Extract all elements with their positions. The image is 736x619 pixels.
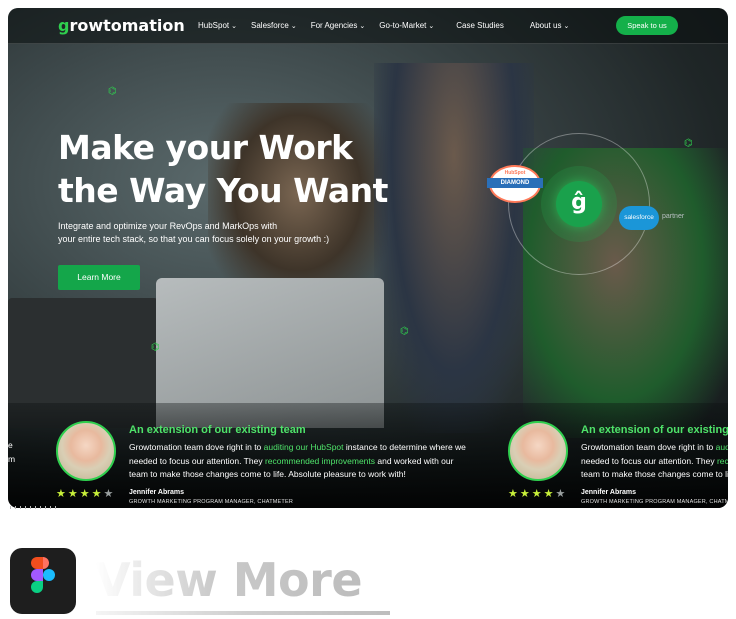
testimonial-title: An extension of our existing team <box>129 424 306 436</box>
testimonial-link[interactable]: recommended improvements <box>717 456 728 466</box>
testimonial-body: Growtomation team dove right in to audit… <box>129 442 466 479</box>
star-icon: ★ <box>543 488 554 500</box>
growtomation-badge-icon: ĝ <box>556 181 602 227</box>
star-icon: ★ <box>79 488 90 500</box>
molecule-icon: ⌬ <box>151 342 160 353</box>
nav-menu: HubSpot ⌄ Salesforce ⌄ For Agencies ⌄ Go-to… <box>198 21 569 30</box>
testimonial-card: An extension of our existing team Growto… <box>508 413 728 505</box>
testimonial-role: GROWTH MARKETING PROGRAM MANAGER, CHATME… <box>581 499 728 505</box>
hubspot-diamond-label: DIAMOND <box>487 178 543 188</box>
molecule-icon: ⌬ <box>400 326 409 337</box>
hero-subtitle: Integrate and optimize your RevOps and M… <box>58 221 330 244</box>
avatar <box>56 421 116 481</box>
star-icon: ★ <box>519 488 530 500</box>
testimonial-link[interactable]: auditing our HubSpot <box>264 442 344 452</box>
speak-to-us-button[interactable]: Speak to us <box>616 16 678 35</box>
figma-icon[interactable] <box>10 548 76 614</box>
star-rating: ★ ★ ★ ★ ★ <box>56 489 113 500</box>
testimonial-body: Growtomation team dove right in to audit… <box>581 441 728 482</box>
hero-title: Make your Work the Way You Want <box>58 128 388 210</box>
testimonial-carousel: e m An extension of our existing team Gr… <box>8 403 728 508</box>
logo-mark: g <box>58 16 70 35</box>
testimonial-link[interactable]: auditing our HubSpot <box>716 442 728 452</box>
nav-item-for-agencies[interactable]: For Agencies ⌄ <box>311 21 366 30</box>
star-empty-icon: ★ <box>103 488 114 500</box>
testimonial-author: Jennifer Abrams <box>129 489 184 496</box>
top-navbar: growtomation HubSpot ⌄ Salesforce ⌄ For Ag… <box>8 8 728 44</box>
figma-logo-icon <box>31 557 55 593</box>
avatar <box>508 421 568 481</box>
molecule-icon: ⌬ <box>108 86 117 97</box>
star-icon: ★ <box>91 488 102 500</box>
testimonial-card: An extension of our existing team Growto… <box>56 413 486 505</box>
testimonial-role: GROWTH MARKETING PROGRAM MANAGER, CHATME… <box>129 499 294 505</box>
prev-testimonial-fragment: e m <box>8 440 16 464</box>
star-rating: ★ ★ ★ ★ ★ <box>508 489 565 500</box>
star-icon: ★ <box>56 488 66 500</box>
nav-item-hubspot[interactable]: HubSpot ⌄ <box>198 21 237 30</box>
learn-more-button[interactable]: Learn More <box>58 265 140 290</box>
testimonial-title: An extension of our existing team <box>581 424 728 436</box>
view-more-underline <box>96 611 390 615</box>
molecule-icon: ⌬ <box>684 138 693 149</box>
salesforce-logo: salesforce <box>619 206 659 230</box>
view-more-link[interactable]: View More <box>95 552 363 608</box>
website-preview: ⌬ ⌬ ⌬ ⌬ growtomation HubSpot ⌄ Salesforce… <box>8 8 728 508</box>
star-icon: ★ <box>508 488 518 500</box>
chevron-down-icon: ⌄ <box>359 23 366 30</box>
nav-item-case-studies[interactable]: Case Studies <box>456 21 504 30</box>
chevron-down-icon: ⌄ <box>290 23 297 30</box>
star-icon: ★ <box>67 488 78 500</box>
logo-text: rowtomation <box>69 16 185 35</box>
nav-item-salesforce[interactable]: Salesforce ⌄ <box>251 21 297 30</box>
photo-person-center <box>374 63 534 433</box>
brand-logo[interactable]: growtomation <box>58 16 185 35</box>
star-empty-icon: ★ <box>555 488 566 500</box>
nav-item-about-us[interactable]: About us ⌄ <box>530 21 569 30</box>
chevron-down-icon: ⌄ <box>428 23 435 30</box>
chevron-down-icon: ⌄ <box>231 23 238 30</box>
testimonial-author: Jennifer Abrams <box>581 489 636 496</box>
star-icon: ★ <box>531 488 542 500</box>
chevron-down-icon: ⌄ <box>563 23 570 30</box>
salesforce-partner-label: partner <box>662 213 685 220</box>
testimonial-link[interactable]: recommended improvements <box>265 456 375 466</box>
divider-dots <box>10 506 58 509</box>
nav-item-go-to-market[interactable]: Go-to-Market ⌄ <box>379 21 434 30</box>
